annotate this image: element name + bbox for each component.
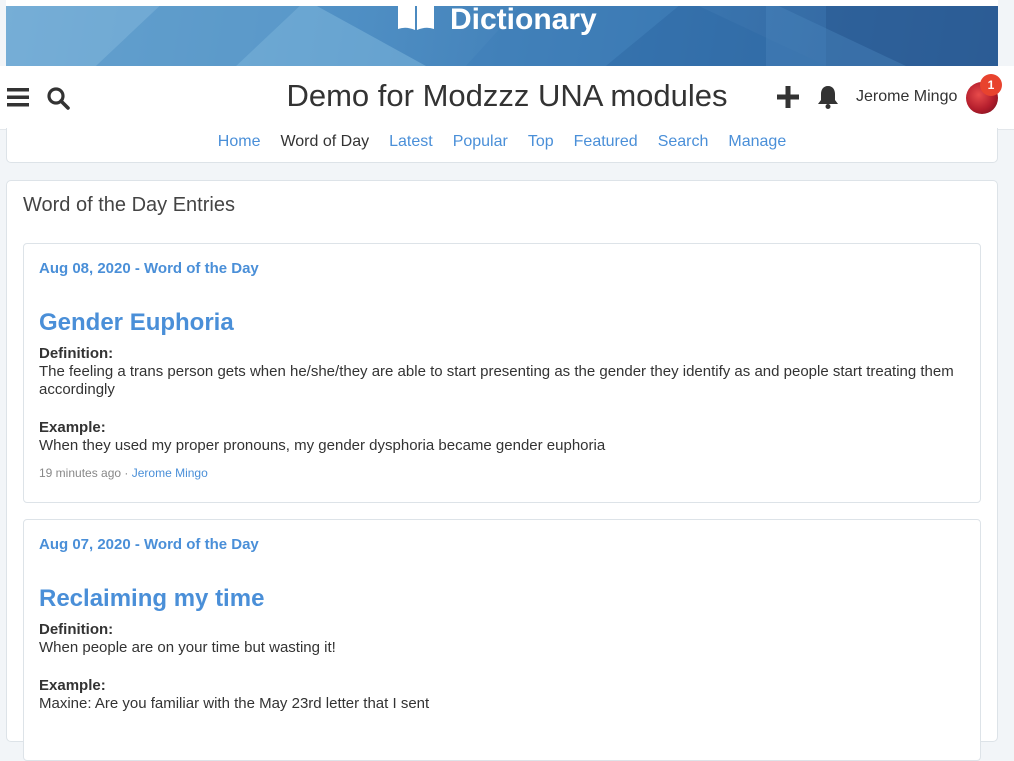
example-label: Example: bbox=[39, 677, 106, 694]
entry-meta: 19 minutes ago · Jerome Mingo bbox=[39, 466, 208, 480]
site-header: Demo for Modzzz UNA modules Jerome Mingo bbox=[0, 66, 1014, 130]
definition-label: Definition: bbox=[39, 345, 114, 362]
example-text: Maxine: Are you familiar with the May 23… bbox=[39, 695, 430, 712]
subnav-list: Home Word of Day Latest Popular Top Featured S… bbox=[7, 133, 997, 151]
search-icon[interactable] bbox=[45, 85, 71, 111]
subnav-item-popular[interactable]: Popular bbox=[453, 133, 508, 151]
entry-card: Aug 08, 2020 - Word of the Day Gender Eu… bbox=[23, 243, 981, 503]
module-subnav: Home Word of Day Latest Popular Top Featured S… bbox=[6, 128, 998, 163]
subnav-item-manage[interactable]: Manage bbox=[728, 133, 786, 151]
subnav-item-top[interactable]: Top bbox=[528, 133, 554, 151]
definition-text: When people are on your time but wasting… bbox=[39, 639, 336, 656]
example-label: Example: bbox=[39, 419, 106, 436]
subnav-item-featured[interactable]: Featured bbox=[574, 133, 638, 151]
definition-text: The feeling a trans person gets when he/… bbox=[39, 363, 954, 398]
definition-label: Definition: bbox=[39, 621, 114, 638]
panel-title: Word of the Day Entries bbox=[23, 194, 235, 216]
time-ago: 19 minutes ago bbox=[39, 466, 122, 480]
entry-card: Aug 07, 2020 - Word of the Day Reclaimin… bbox=[23, 519, 981, 761]
banner-title: Dictionary bbox=[396, 2, 597, 38]
entry-word-link[interactable]: Reclaiming my time bbox=[39, 585, 264, 613]
book-icon bbox=[396, 1, 436, 39]
subnav-item-search[interactable]: Search bbox=[658, 133, 709, 151]
hamburger-icon[interactable] bbox=[6, 86, 30, 108]
entry-date: Aug 07, 2020 - Word of the Day bbox=[39, 536, 259, 553]
subnav-item-home[interactable]: Home bbox=[218, 133, 261, 151]
dictionary-banner: Dictionary bbox=[6, 0, 998, 66]
meta-separator: · bbox=[121, 466, 132, 480]
author-link[interactable]: Jerome Mingo bbox=[132, 466, 208, 480]
entry-date: Aug 08, 2020 - Word of the Day bbox=[39, 260, 259, 277]
word-of-day-panel: Word of the Day Entries Aug 08, 2020 - W… bbox=[6, 180, 998, 761]
subnav-item-latest[interactable]: Latest bbox=[389, 133, 433, 151]
user-name[interactable]: Jerome Mingo bbox=[856, 88, 957, 106]
bell-icon[interactable] bbox=[816, 84, 840, 110]
plus-icon[interactable] bbox=[776, 85, 800, 109]
example-text: When they used my proper pronouns, my ge… bbox=[39, 437, 606, 454]
entry-word-link[interactable]: Gender Euphoria bbox=[39, 309, 234, 337]
notification-badge: 1 bbox=[980, 74, 1002, 96]
banner-title-text: Dictionary bbox=[450, 3, 597, 36]
subnav-item-word-of-day[interactable]: Word of Day bbox=[280, 133, 369, 151]
